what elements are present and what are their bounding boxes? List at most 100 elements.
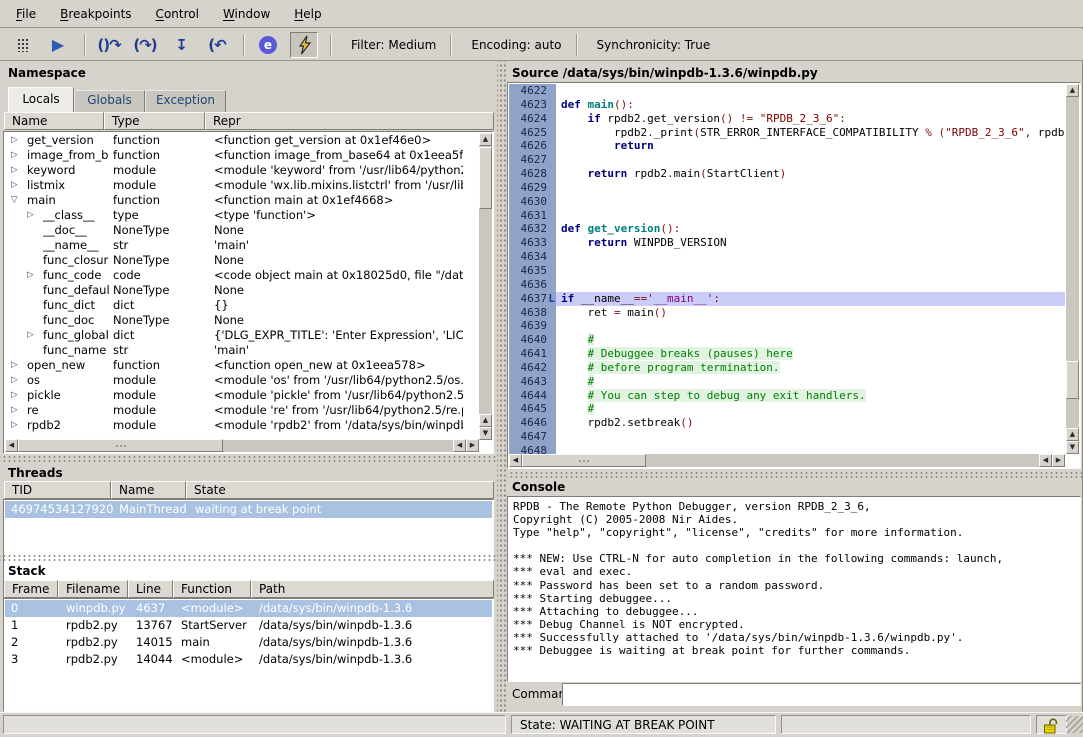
expand-arrow-icon[interactable]: ▷ [11, 388, 18, 403]
namespace-row[interactable]: ▽mainfunction<function main at 0x1ef4668… [5, 193, 479, 208]
source-line[interactable]: 4643 # [509, 375, 1065, 389]
source-line[interactable]: 4625 rpdb2._print(STR_ERROR_INTERFACE_CO… [509, 126, 1065, 140]
source-line[interactable]: 4635 [509, 264, 1065, 278]
namespace-row[interactable]: func_namestr'main' [5, 343, 479, 358]
expand-arrow-icon[interactable]: ▷ [11, 358, 18, 373]
resize-grip[interactable] [1066, 716, 1083, 733]
scroll-left-button[interactable]: ◀ [5, 439, 18, 452]
gutter-line-number[interactable]: 4634 [509, 250, 556, 264]
gutter-line-number[interactable]: 4628 [509, 167, 556, 181]
namespace-row[interactable]: ▷rpdb2module<module 'rpdb2' from '/data/… [5, 418, 479, 433]
namespace-row[interactable]: ▷picklemodule<module 'pickle' from '/usr… [5, 388, 479, 403]
gutter-line-number[interactable]: 4638 [509, 306, 556, 320]
gutter-line-number[interactable]: 4648 [509, 444, 556, 454]
column-header-name[interactable]: Name [111, 481, 186, 499]
tab-globals[interactable]: Globals [74, 90, 145, 112]
source-line[interactable]: 4637Lif __name__=='__main__': [509, 292, 1065, 306]
gutter-line-number[interactable]: 4647 [509, 430, 556, 444]
namespace-row[interactable]: func_docNoneTypeNone [5, 313, 479, 328]
collapse-arrow-icon[interactable]: ▽ [11, 193, 18, 208]
source-line[interactable]: 4644 # You can step to debug any exit ha… [509, 389, 1065, 403]
gutter-line-number[interactable]: 4640 [509, 333, 556, 347]
source-line[interactable]: 4646 rpdb2.setbreak() [509, 416, 1065, 430]
scroll-left-button[interactable]: ◀ [453, 439, 466, 452]
source-view[interactable]: 46224623def main():4624 if rpdb2.get_ver… [507, 82, 1081, 469]
scroll-down-button[interactable]: ▼ [479, 427, 492, 440]
source-line[interactable]: 4624 if rpdb2.get_version() != "RPDB_2_3… [509, 112, 1065, 126]
source-line[interactable]: 4626 return [509, 139, 1065, 153]
gutter-line-number[interactable]: 4642 [509, 361, 556, 375]
tab-locals[interactable]: Locals [8, 87, 74, 112]
namespace-row[interactable]: ▷osmodule<module 'os' from '/usr/lib64/p… [5, 373, 479, 388]
source-line[interactable]: 4628 return rpdb2.main(StartClient) [509, 167, 1065, 181]
gutter-line-number[interactable]: 4627 [509, 153, 556, 167]
expand-arrow-icon[interactable]: ▷ [11, 163, 18, 178]
break-icon[interactable] [8, 32, 36, 58]
source-line[interactable]: 4639 [509, 319, 1065, 333]
source-line[interactable]: 4623def main(): [509, 98, 1065, 112]
gutter-line-number[interactable]: 4645 [509, 402, 556, 416]
scroll-right-button[interactable]: ▶ [1052, 454, 1065, 467]
menu-item-file[interactable]: File [4, 3, 48, 25]
scrollbar-thumb[interactable] [1066, 361, 1079, 399]
source-line[interactable]: 4630 [509, 195, 1065, 209]
gutter-line-number[interactable]: 4629 [509, 181, 556, 195]
gutter-line-number[interactable]: 4637L [509, 292, 556, 306]
source-vscrollbar[interactable]: ▲ ▲ ▼ [1066, 84, 1079, 454]
menu-item-breakpoints[interactable]: Breakpoints [48, 3, 143, 25]
gutter-line-number[interactable]: 4630 [509, 195, 556, 209]
column-header-tid[interactable]: TID [4, 481, 111, 499]
namespace-row[interactable]: ▷__class__type<type 'function'> [5, 208, 479, 223]
gutter-line-number[interactable]: 4644 [509, 389, 556, 403]
gutter-line-number[interactable]: 4635 [509, 264, 556, 278]
gutter-line-number[interactable]: 4646 [509, 416, 556, 430]
scrollbar-thumb[interactable] [522, 454, 646, 467]
scroll-left-button[interactable]: ◀ [1039, 454, 1052, 467]
gutter-line-number[interactable]: 4641 [509, 347, 556, 361]
expand-arrow-icon[interactable]: ▷ [11, 373, 18, 388]
namespace-hscrollbar[interactable]: ◀ ◀ ▶ [5, 440, 479, 452]
gutter-line-number[interactable]: 4624 [509, 112, 556, 126]
expand-arrow-icon[interactable]: ▷ [27, 208, 34, 223]
column-header-type[interactable]: Type [104, 112, 205, 130]
source-hscrollbar[interactable]: ◀ ◀ ▶ [509, 454, 1065, 467]
source-line[interactable]: 4629 [509, 181, 1065, 195]
expand-arrow-icon[interactable]: ▷ [11, 148, 18, 163]
menu-item-help[interactable]: Help [282, 3, 333, 25]
source-line[interactable]: 4627 [509, 153, 1065, 167]
namespace-row[interactable]: ▷keywordmodule<module 'keyword' from '/u… [5, 163, 479, 178]
source-line[interactable]: 4645 # [509, 402, 1065, 416]
namespace-row[interactable]: ▷open_newfunction<function open_new at 0… [5, 358, 479, 373]
gutter-line-number[interactable]: 4625 [509, 126, 556, 140]
gutter-line-number[interactable]: 4632 [509, 222, 556, 236]
namespace-row[interactable]: __name__str'main' [5, 238, 479, 253]
expand-arrow-icon[interactable]: ▷ [11, 178, 18, 193]
namespace-row[interactable]: ▷func_codecode<code object main at 0x180… [5, 268, 479, 283]
scrollbar-thumb[interactable] [18, 439, 223, 452]
tab-exception[interactable]: Exception [145, 90, 226, 112]
threads-stack-splitter[interactable] [0, 553, 497, 561]
column-header-line[interactable]: Line [128, 580, 173, 598]
column-header-repr[interactable]: Repr [205, 112, 494, 130]
namespace-row[interactable]: ▷func_globaldict{'DLG_EXPR_TITLE': 'Ente… [5, 328, 479, 343]
gutter-line-number[interactable]: 4636 [509, 278, 556, 292]
stack-frame-row[interactable]: 3rpdb2.py14044<module>/data/sys/bin/winp… [5, 651, 492, 668]
scroll-down-button[interactable]: ▼ [1066, 441, 1079, 454]
source-line[interactable]: 4640 # [509, 333, 1065, 347]
column-header-name[interactable]: Name [4, 112, 104, 130]
expand-arrow-icon[interactable]: ▷ [11, 418, 18, 433]
menu-item-control[interactable]: Control [144, 3, 211, 25]
synchronicity-icon[interactable] [290, 32, 318, 58]
column-header-path[interactable]: Path [251, 580, 494, 598]
namespace-row[interactable]: func_closurNoneTypeNone [5, 253, 479, 268]
scroll-up-button[interactable]: ▲ [479, 414, 492, 427]
source-line[interactable]: 4638 ret = main() [509, 306, 1065, 320]
stack-frame-row[interactable]: 2rpdb2.py14015main/data/sys/bin/winpdb-1… [5, 634, 492, 651]
namespace-row[interactable]: func_defaulNoneTypeNone [5, 283, 479, 298]
namespace-row[interactable]: ▷listmixmodule<module 'wx.lib.mixins.lis… [5, 178, 479, 193]
namespace-threads-splitter[interactable] [0, 454, 497, 462]
stack-frame-row[interactable]: 0winpdb.py4637<module>/data/sys/bin/winp… [5, 600, 492, 617]
go-icon[interactable]: ▶ [44, 32, 72, 58]
column-header-frame[interactable]: Frame [4, 580, 58, 598]
expand-arrow-icon[interactable]: ▷ [11, 133, 18, 148]
